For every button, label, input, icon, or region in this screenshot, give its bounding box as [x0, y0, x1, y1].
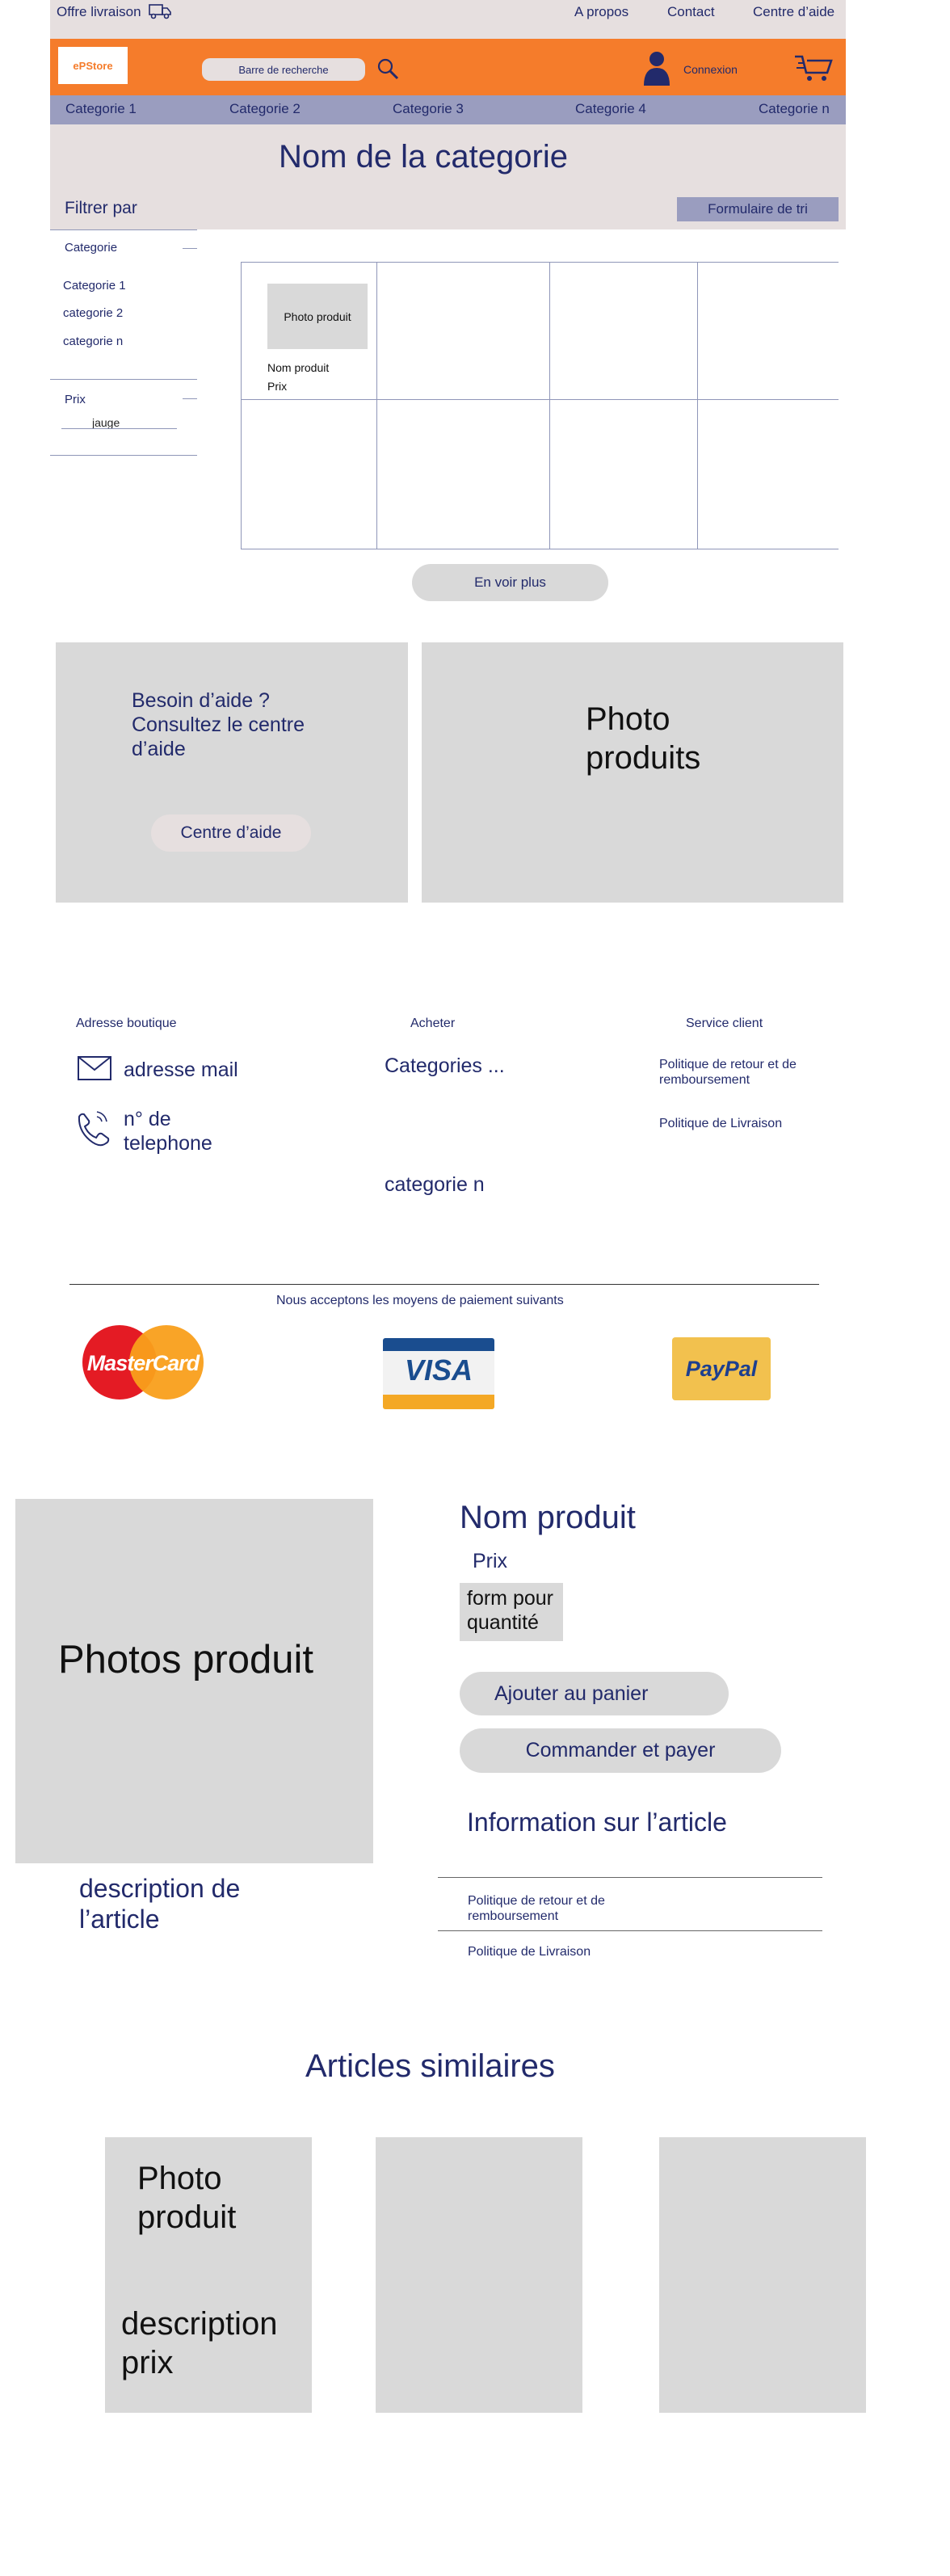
collapse-icon[interactable]: [183, 398, 197, 399]
filter-price-title[interactable]: Prix: [65, 393, 86, 406]
nav-category-n[interactable]: Categorie n: [759, 101, 830, 117]
delivery-offer-link[interactable]: Offre livraison: [57, 4, 141, 20]
footer-service-title: Service client: [686, 1017, 763, 1030]
filter-category-item[interactable]: categorie 2: [63, 306, 123, 320]
product-name: Nom produit: [460, 1500, 636, 1535]
grid-line: [241, 262, 839, 263]
delivery-truck-icon: [149, 4, 171, 19]
grid-line: [241, 262, 242, 549]
footer-category-n-link[interactable]: categorie n: [385, 1173, 485, 1197]
user-icon[interactable]: [642, 48, 671, 87]
footer-divider: [69, 1284, 819, 1285]
logo-text: ePStore: [73, 59, 113, 72]
footer-categories-link[interactable]: Categories ...: [385, 1054, 506, 1078]
quantity-input[interactable]: form pour quantité: [460, 1583, 563, 1641]
product-delivery-link[interactable]: Politique de Livraison: [468, 1945, 591, 1959]
footer-returns-link[interactable]: Politique de retour et de remboursement: [659, 1057, 837, 1088]
product-card-photo[interactable]: Photo produit: [267, 284, 368, 349]
help-center-link[interactable]: Centre d’aide: [753, 4, 834, 20]
divider: [50, 379, 197, 380]
visa-text: VISA: [404, 1353, 473, 1387]
similar-product-desc: description prix: [121, 2306, 278, 2380]
help-center-button[interactable]: Centre d’aide: [151, 814, 311, 852]
category-title: Nom de la categorie: [279, 139, 568, 175]
divider: [438, 1877, 822, 1878]
store-logo[interactable]: ePStore: [58, 47, 128, 84]
price-gauge-slider[interactable]: [61, 428, 177, 429]
help-photo-label: Photo produits: [586, 701, 701, 776]
mastercard-logo: MasterCard: [81, 1325, 205, 1401]
paypal-text: PayPal: [685, 1356, 758, 1381]
footer-phone[interactable]: n° de telephone: [124, 1107, 245, 1155]
grid-line: [241, 399, 839, 400]
phone-icon: [78, 1111, 110, 1147]
divider: [50, 229, 197, 230]
grid-line: [697, 262, 698, 549]
search-icon[interactable]: [376, 57, 400, 81]
add-to-cart-button[interactable]: Ajouter au panier: [460, 1672, 729, 1715]
footer-email[interactable]: adresse mail: [124, 1059, 238, 1082]
similar-product-card[interactable]: [659, 2137, 866, 2413]
footer-buy-title: Acheter: [410, 1017, 456, 1030]
help-text: Besoin d’aide ? Consultez le centre d’ai…: [132, 689, 305, 760]
collapse-icon[interactable]: [183, 248, 197, 249]
divider: [438, 1930, 822, 1931]
search-input[interactable]: Barre de recherche: [202, 58, 365, 81]
sort-select[interactable]: Formulaire de tri: [677, 197, 839, 221]
visa-logo: VISA: [383, 1338, 494, 1409]
similar-product-card[interactable]: [376, 2137, 582, 2413]
product-returns-link[interactable]: Politique de retour et de remboursement: [468, 1893, 645, 1924]
product-card-name[interactable]: Nom produit: [267, 361, 329, 374]
price-gauge-label: jauge: [92, 416, 120, 429]
help-panel: [56, 642, 408, 903]
product-photo-label: Photos produit: [58, 1638, 313, 1682]
nav-category-4[interactable]: Categorie 4: [575, 101, 646, 117]
payment-methods-text: Nous acceptons les moyens de paiement su…: [276, 1294, 564, 1307]
nav-category-1[interactable]: Categorie 1: [65, 101, 137, 117]
divider: [50, 455, 197, 456]
filter-category-title[interactable]: Categorie: [65, 241, 117, 255]
paypal-logo: PayPal: [672, 1337, 771, 1400]
footer-delivery-link[interactable]: Politique de Livraison: [659, 1117, 782, 1131]
nav-category-2[interactable]: Categorie 2: [229, 101, 301, 117]
mail-icon: [78, 1056, 111, 1080]
contact-link[interactable]: Contact: [667, 4, 715, 20]
grid-line: [549, 262, 550, 549]
similar-title: Articles similaires: [305, 2048, 555, 2084]
product-card-price: Prix: [267, 380, 288, 393]
filter-category-item[interactable]: Categorie 1: [63, 279, 126, 293]
checkout-button[interactable]: Commander et payer: [460, 1728, 781, 1773]
mastercard-text: MasterCard: [86, 1351, 200, 1375]
nav-category-3[interactable]: Categorie 3: [393, 101, 464, 117]
filter-label: Filtrer par: [65, 199, 137, 217]
grid-line: [376, 262, 377, 549]
product-info-title: Information sur l’article: [467, 1808, 727, 1837]
filter-category-item[interactable]: categorie n: [63, 335, 123, 348]
login-link[interactable]: Connexion: [683, 63, 738, 76]
product-price: Prix: [473, 1550, 508, 1572]
cart-icon[interactable]: [793, 52, 834, 84]
see-more-button[interactable]: En voir plus: [412, 564, 608, 601]
about-link[interactable]: A propos: [574, 4, 628, 20]
similar-product-photo: Photo produit: [137, 2161, 237, 2235]
footer-address-title: Adresse boutique: [76, 1017, 177, 1030]
product-description: description de l’article: [79, 1874, 241, 1934]
